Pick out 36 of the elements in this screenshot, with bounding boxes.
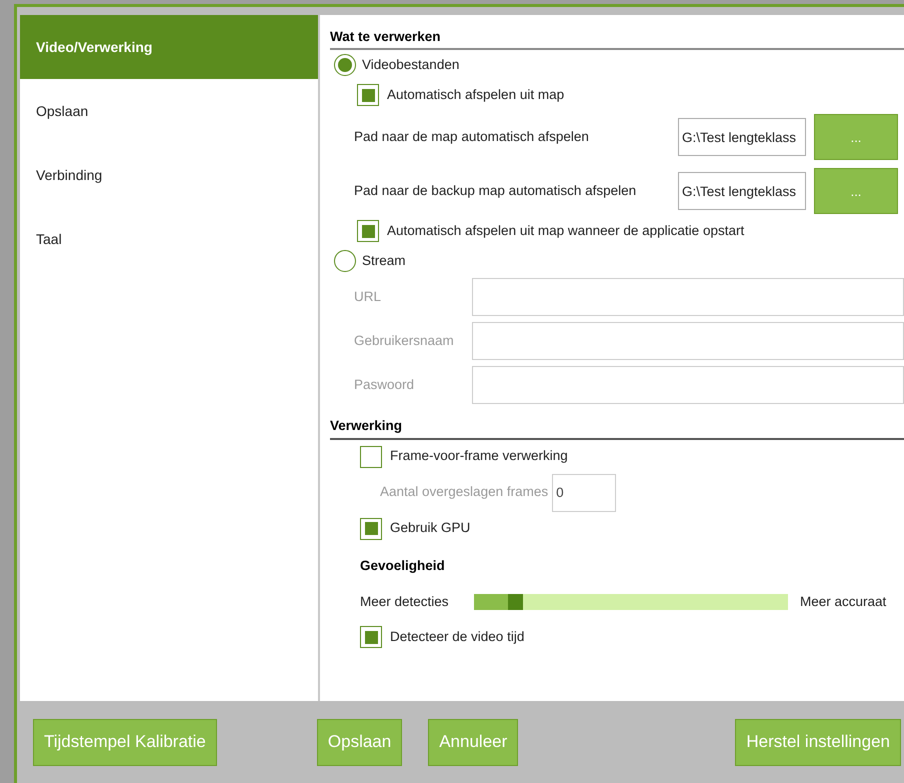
footer-button[interactable]: Herstel instellingen — [735, 718, 901, 766]
radio-label: Videobestanden — [362, 56, 460, 74]
checkbox[interactable] — [357, 84, 379, 106]
slider-thumb[interactable] — [508, 594, 523, 610]
field-label: Pad naar de map automatisch afspelen — [354, 128, 590, 146]
checkbox[interactable] — [360, 446, 382, 468]
slider-max-label: Meer accuraat — [800, 592, 886, 611]
field-label: Pad naar de backup map automatisch afspelen — [354, 182, 638, 200]
section-heading: Verwerking — [330, 416, 904, 440]
checkbox-label: Detecteer de video tijd — [390, 628, 524, 646]
browse-button[interactable]: ... — [814, 168, 898, 214]
checkbox-label: Gebruik GPU — [390, 519, 470, 538]
checkbox[interactable] — [360, 518, 382, 540]
footer-button[interactable]: Tijdstempel Kalibratie — [33, 718, 217, 766]
browse-button[interactable]: ... — [814, 114, 898, 160]
radio-button[interactable] — [334, 54, 356, 76]
footer-button[interactable]: Annuleer — [428, 718, 518, 766]
checkbox-label: Automatisch afspelen uit map wanneer de applicatie opstart — [387, 222, 744, 240]
path-field[interactable]: G:\Test lengteklass — [678, 172, 806, 210]
field-label: Aantal overgeslagen frames — [380, 483, 548, 502]
path-field[interactable]: G:\Test lengteklass — [678, 118, 806, 156]
field-label: Paswoord — [354, 376, 416, 394]
sensitivity-slider[interactable] — [474, 594, 788, 610]
footer-button[interactable]: Opslaan — [316, 718, 402, 766]
field-label: Gebruikersnaam — [354, 332, 455, 350]
checkbox-label: Frame-voor-frame verwerking — [390, 447, 568, 466]
radio-label: Stream — [362, 252, 406, 270]
field-label: URL — [354, 288, 382, 306]
checkbox[interactable] — [357, 220, 379, 242]
checkbox-label: Automatisch afspelen uit map — [387, 86, 564, 104]
sidebar-item[interactable]: Video/Verwerking — [20, 15, 318, 79]
checkbox[interactable] — [360, 626, 382, 648]
subheading: Gevoeligheid — [360, 556, 446, 575]
section-heading: Wat te verwerken — [330, 27, 904, 50]
slider-min-label: Meer detecties — [360, 592, 450, 611]
radio-button[interactable] — [334, 250, 356, 272]
